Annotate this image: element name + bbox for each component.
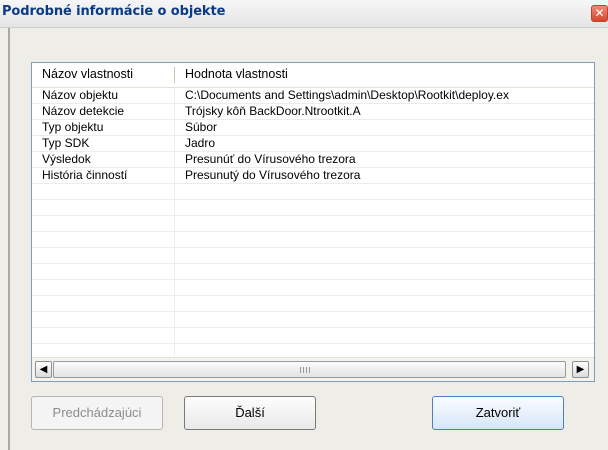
table-row[interactable]: Názov objektu C:\Documents and Settings\a… [32, 88, 594, 104]
list-header: Názov vlastnosti Hodnota vlastnosti [32, 63, 594, 88]
property-name-cell: Typ SDK [42, 136, 90, 150]
table-row[interactable]: Typ objektu Súbor [32, 120, 594, 136]
column-header-property-name[interactable]: Názov vlastnosti [42, 63, 133, 87]
column-header-property-value[interactable]: Hodnota vlastnosti [185, 63, 288, 87]
table-row[interactable]: História činností Presunutý do Vírusového… [32, 168, 594, 184]
property-name-cell: História činností [42, 168, 128, 182]
empty-row [32, 296, 594, 312]
close-button[interactable]: Zatvoriť [432, 396, 564, 430]
property-name-cell: Výsledok [42, 152, 91, 166]
column-separator[interactable] [174, 67, 175, 83]
empty-row [32, 312, 594, 328]
scrollbar-thumb[interactable] [53, 361, 566, 378]
next-button[interactable]: Ďalší [184, 396, 316, 430]
property-value-cell: C:\Documents and Settings\admin\Desktop\… [185, 88, 509, 102]
property-value-cell: Jadro [185, 136, 216, 150]
close-icon[interactable]: ✕ [591, 5, 608, 22]
table-row[interactable]: Názov detekcie Trójsky kôň BackDoor.Ntroo… [32, 104, 594, 120]
property-name-cell: Názov objektu [42, 88, 119, 102]
property-name-cell: Typ objektu [42, 120, 104, 134]
previous-button[interactable]: Predchádzajúci [31, 396, 163, 430]
window-title: Podrobné informácie o objekte [2, 4, 226, 19]
property-value-cell: Trójsky kôň BackDoor.Ntrootkit.A [185, 104, 361, 118]
properties-list[interactable]: Názov vlastnosti Hodnota vlastnosti Názo… [31, 62, 595, 382]
property-name-cell: Názov detekcie [42, 104, 125, 118]
left-border [8, 28, 10, 450]
empty-row [32, 216, 594, 232]
property-value-cell: Súbor [185, 120, 218, 134]
scroll-left-icon[interactable]: ◀ [35, 361, 52, 378]
empty-row [32, 200, 594, 216]
empty-row [32, 248, 594, 264]
empty-row [32, 328, 594, 344]
property-value-cell: Presunutý do Vírusového trezora [185, 168, 361, 182]
table-row[interactable]: Typ SDK Jadro [32, 136, 594, 152]
grip-icon [300, 367, 312, 373]
title-bar[interactable]: Podrobné informácie o objekte ✕ [0, 0, 608, 28]
object-details-dialog: Podrobné informácie o objekte ✕ Názov vl… [0, 0, 608, 450]
column-gridline [174, 88, 175, 356]
empty-row [32, 232, 594, 248]
property-value-cell: Presunúť do Vírusového trezora [185, 152, 356, 166]
table-row[interactable]: Výsledok Presunúť do Vírusového trezora [32, 152, 594, 168]
empty-row [32, 184, 594, 200]
horizontal-scrollbar[interactable]: ◀ ▶ [32, 357, 594, 381]
scroll-right-icon[interactable]: ▶ [572, 361, 589, 378]
empty-row [32, 264, 594, 280]
empty-row [32, 280, 594, 296]
